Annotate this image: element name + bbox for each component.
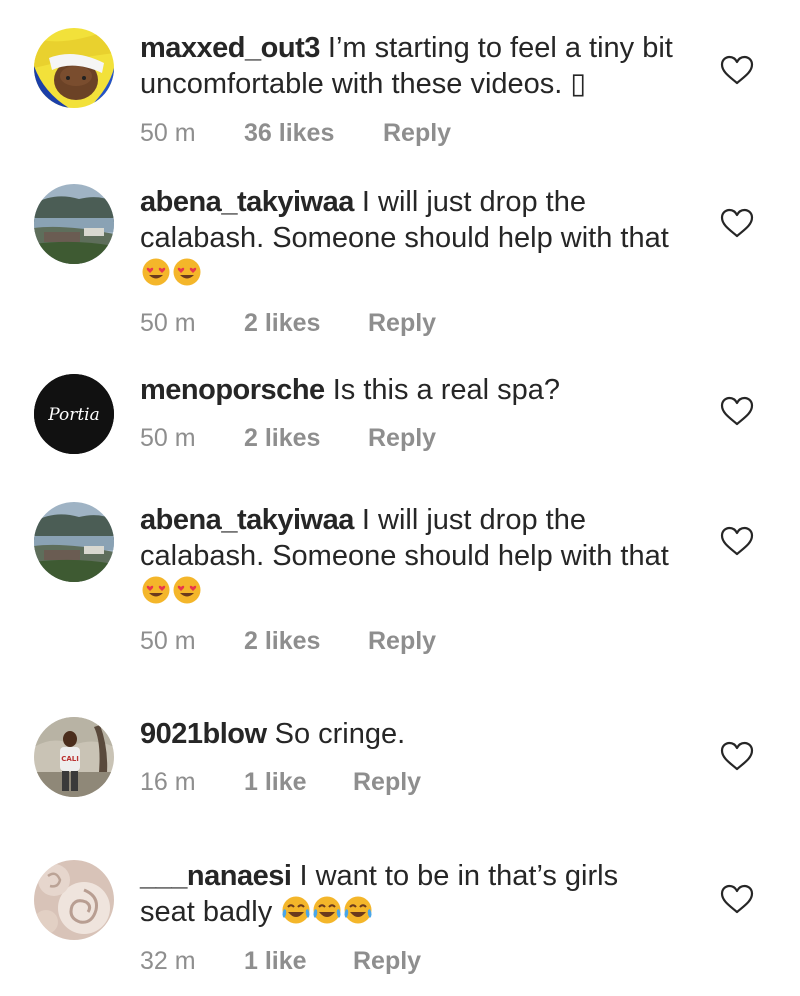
heart-icon[interactable] [720, 741, 754, 771]
reply-button[interactable]: Reply [383, 118, 451, 148]
comment-text: ___nanaesi I want to be in that’s girls … [140, 858, 680, 930]
comment-time: 32 m [140, 947, 196, 975]
tears-of-joy-emoji [312, 895, 342, 925]
avatar[interactable]: Portia [34, 374, 114, 454]
avatar[interactable] [34, 184, 114, 264]
comment-text: 9021blow So cringe. [140, 716, 680, 752]
heart-icon[interactable] [720, 55, 754, 85]
heart-icon[interactable] [720, 526, 754, 556]
comment-text: menoporsche Is this a real spa? [140, 372, 680, 408]
avatar-logo-text: Portia [47, 405, 100, 425]
comment-username[interactable]: ___nanaesi [140, 860, 292, 892]
comment-likes[interactable]: 1 like [244, 946, 307, 976]
heart-eyes-emoji [172, 257, 202, 287]
comment-time: 50 m [140, 627, 196, 655]
comment-likes[interactable]: 1 like [244, 767, 307, 797]
heart-eyes-emoji [172, 575, 202, 605]
comment-text: abena_takyiwaa I will just drop the cala… [140, 184, 680, 292]
reply-button[interactable]: Reply [353, 946, 421, 976]
heart-icon[interactable] [720, 884, 754, 914]
comment-username[interactable]: abena_takyiwaa [140, 186, 354, 218]
svg-text:CALI: CALI [61, 755, 79, 763]
tears-of-joy-emoji [343, 895, 373, 925]
avatar[interactable] [34, 28, 114, 108]
comment-text: maxxed_out3 I’m starting to feel a tiny … [140, 30, 680, 102]
comment-likes[interactable]: 2 likes [244, 423, 320, 453]
comment-time: 16 m [140, 768, 196, 796]
comment-username[interactable]: maxxed_out3 [140, 32, 320, 64]
comment-text: abena_takyiwaa I will just drop the cala… [140, 502, 680, 610]
comment-username[interactable]: menoporsche [140, 374, 325, 406]
comment-time: 50 m [140, 119, 196, 147]
comment-username[interactable]: 9021blow [140, 718, 267, 750]
avatar[interactable] [34, 502, 114, 582]
comment-likes[interactable]: 36 likes [244, 118, 334, 148]
comment-username[interactable]: abena_takyiwaa [140, 504, 354, 536]
heart-icon[interactable] [720, 396, 754, 426]
reply-button[interactable]: Reply [353, 767, 421, 797]
reply-button[interactable]: Reply [368, 308, 436, 338]
avatar[interactable] [34, 860, 114, 940]
comment-time: 50 m [140, 424, 196, 452]
avatar[interactable]: CALI [34, 717, 114, 797]
comment-time: 50 m [140, 309, 196, 337]
comment-body: So cringe. [274, 718, 406, 750]
heart-icon[interactable] [720, 208, 754, 238]
comment-body: Is this a real spa? [332, 374, 561, 406]
heart-eyes-emoji [141, 257, 171, 287]
missing-glyph: ▯ [570, 68, 587, 100]
comment-likes[interactable]: 2 likes [244, 626, 320, 656]
reply-button[interactable]: Reply [368, 423, 436, 453]
reply-button[interactable]: Reply [368, 626, 436, 656]
heart-eyes-emoji [141, 575, 171, 605]
tears-of-joy-emoji [281, 895, 311, 925]
comment-likes[interactable]: 2 likes [244, 308, 320, 338]
